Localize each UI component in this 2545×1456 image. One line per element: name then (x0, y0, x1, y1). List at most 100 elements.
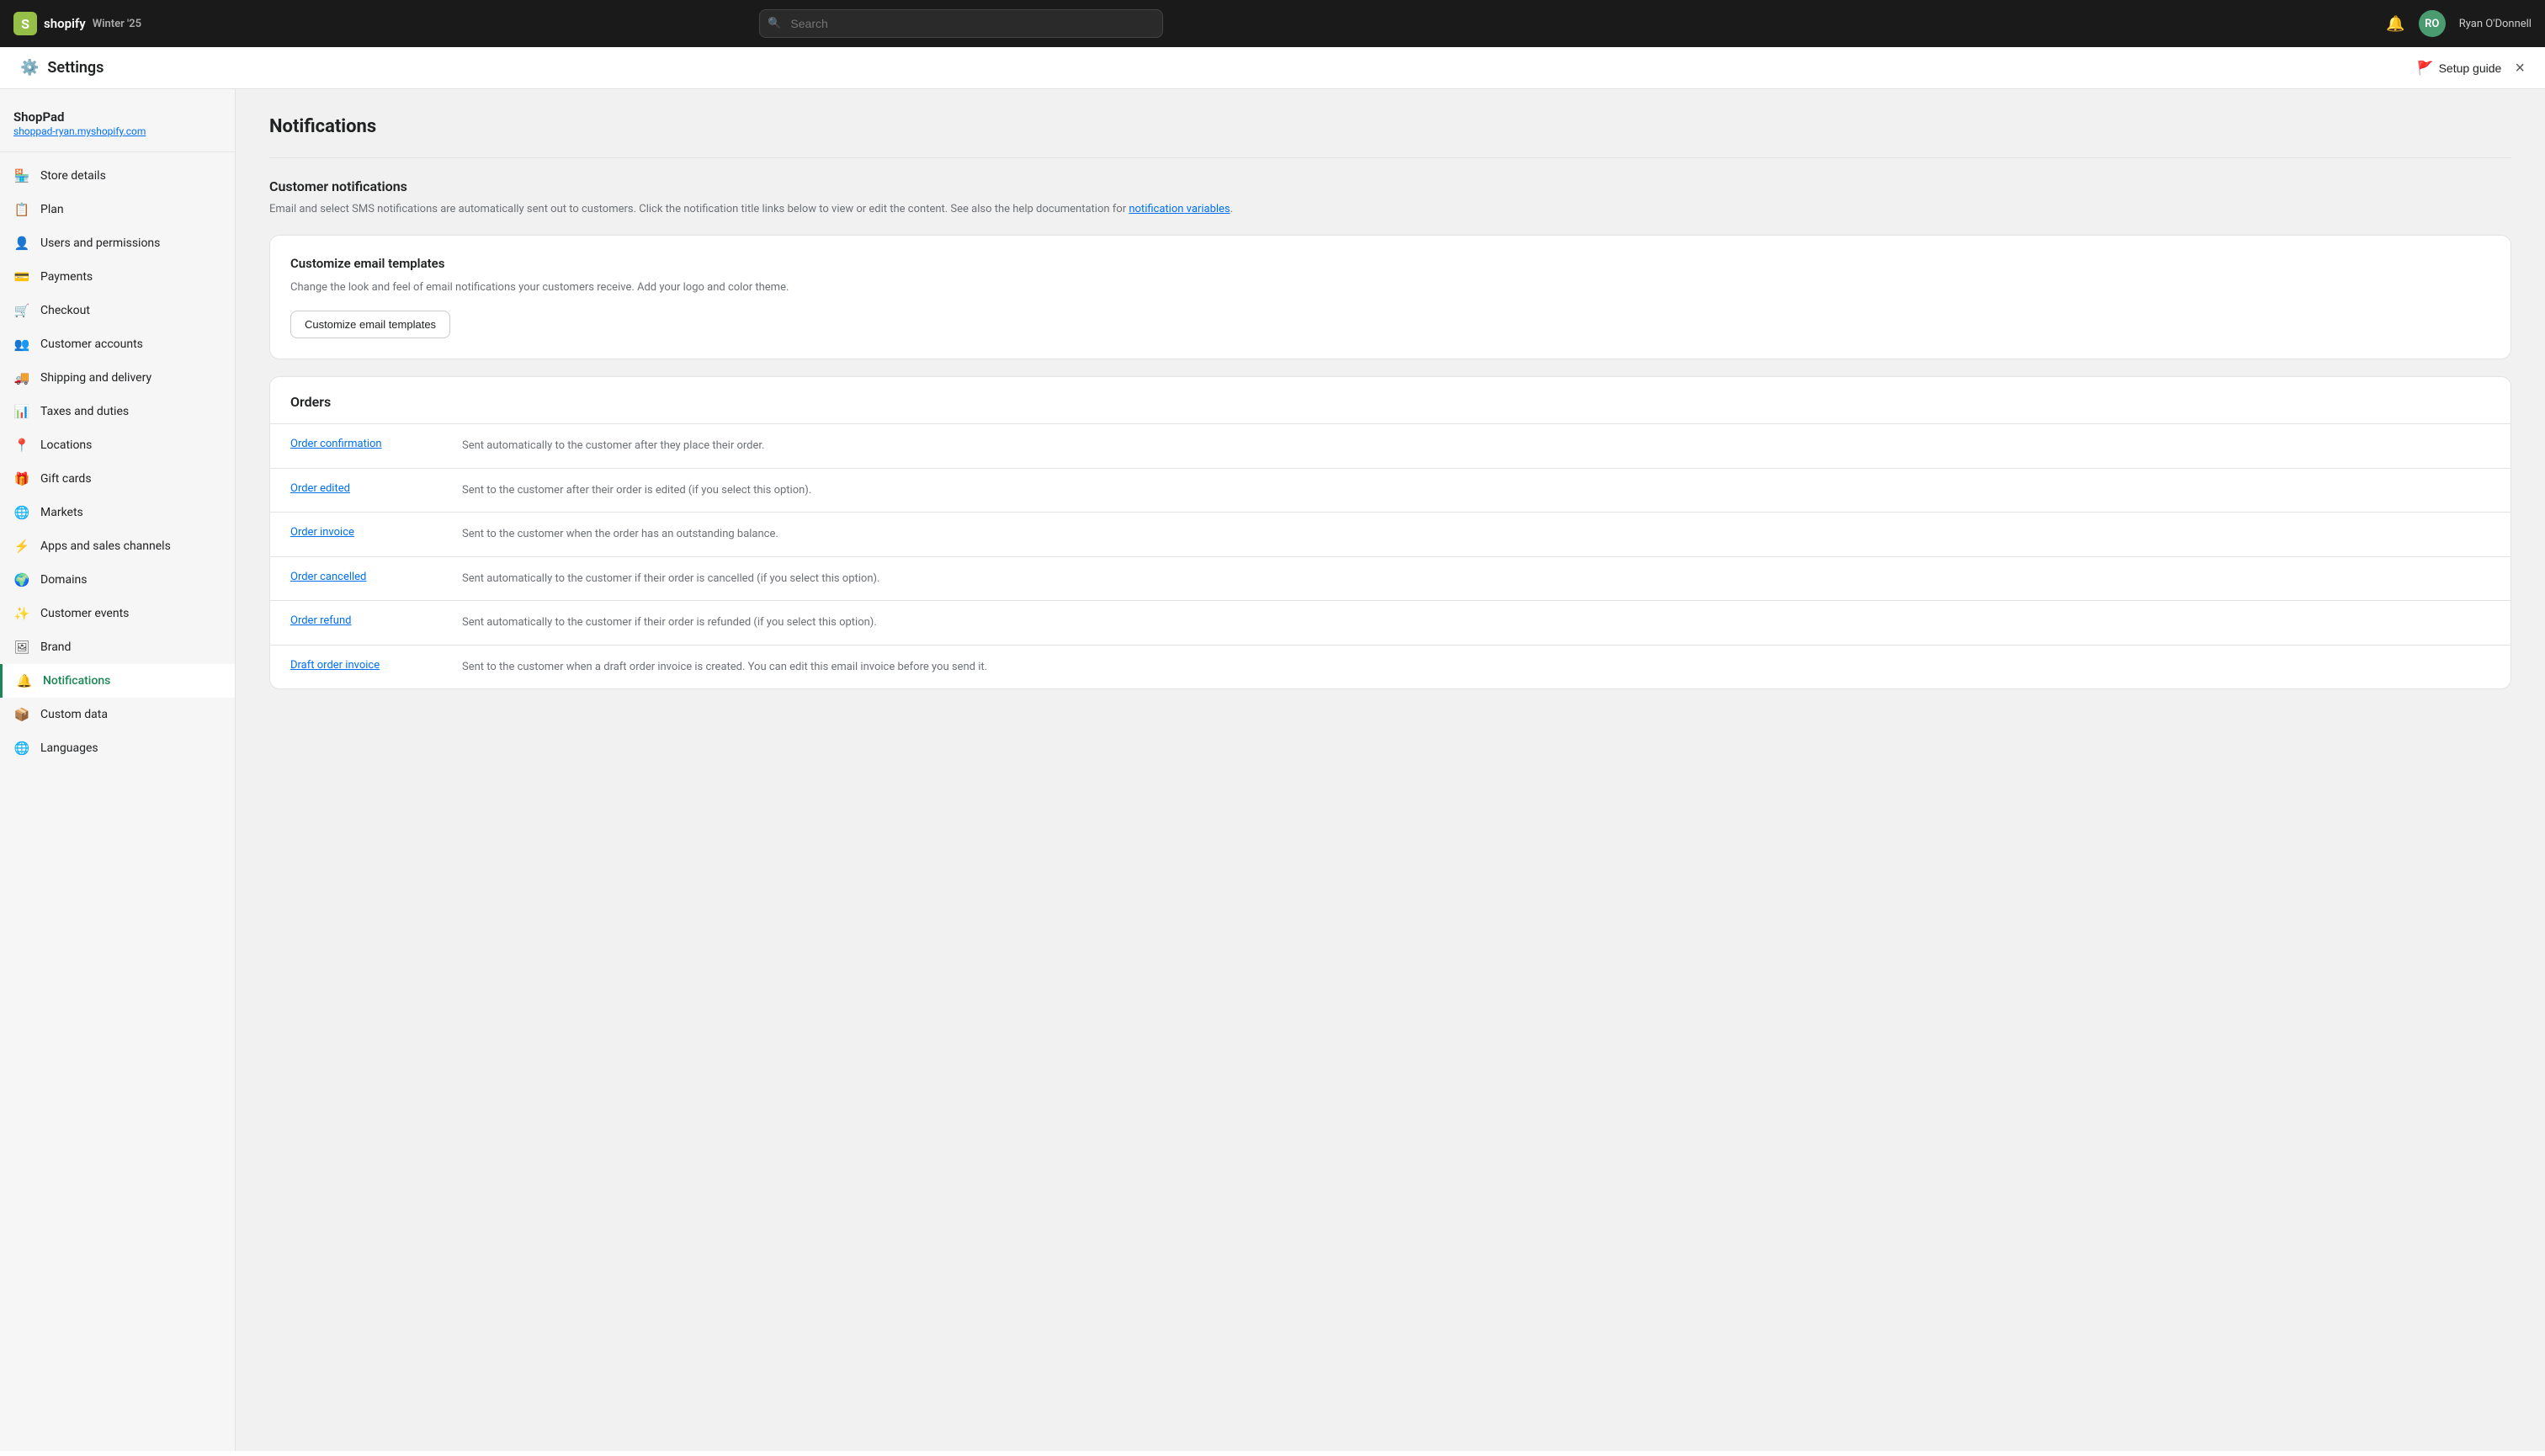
notification-row-order-edited: Order edited Sent to the customer after … (270, 468, 2510, 513)
customer-notifications-heading: Customer notifications (269, 178, 2511, 194)
languages-icon: 🌐 (13, 740, 30, 757)
sidebar-item-brand[interactable]: 🖼 Brand (0, 630, 235, 664)
sidebar-item-payments[interactable]: 💳 Payments (0, 260, 235, 294)
sidebar-shop-info: ShopPad shoppad-ryan.myshopify.com (0, 103, 235, 152)
sidebar-item-label: Languages (40, 741, 98, 755)
settings-title: Settings (47, 59, 104, 77)
order-refund-desc: Sent automatically to the customer if th… (462, 614, 877, 631)
sidebar-item-label: Store details (40, 169, 106, 183)
taxes-duties-icon: 📊 (13, 403, 30, 420)
topbar-store-name: Winter '25 (93, 18, 141, 30)
sidebar-item-label: Taxes and duties (40, 405, 129, 418)
search-input[interactable] (759, 9, 1163, 38)
notification-variables-link[interactable]: notification variables (1129, 203, 1230, 215)
settings-header-left: ⚙️ Settings (20, 59, 104, 77)
topbar-logo: S shopify Winter '25 (13, 12, 141, 35)
flag-icon: 🚩 (2417, 60, 2434, 77)
order-confirmation-link[interactable]: Order confirmation (290, 438, 442, 450)
sidebar-item-label: Shipping and delivery (40, 371, 151, 385)
sidebar-item-store-details[interactable]: 🏪 Store details (0, 159, 235, 193)
orders-header: Orders (270, 377, 2510, 423)
notifications-icon: 🔔 (16, 672, 33, 689)
order-invoice-link[interactable]: Order invoice (290, 526, 442, 539)
customize-card-desc: Change the look and feel of email notifi… (290, 279, 2490, 296)
users-permissions-icon: 👤 (13, 235, 30, 252)
apps-sales-channels-icon: ⚡ (13, 538, 30, 555)
username-label: Ryan O'Donnell (2459, 18, 2532, 30)
gift-cards-icon: 🎁 (13, 470, 30, 487)
settings-window: ⚙️ Settings 🚩 Setup guide × ShopPad shop… (0, 47, 2545, 1456)
notifications-bell-icon[interactable]: 🔔 (2386, 15, 2404, 33)
customer-notifications-desc: Email and select SMS notifications are a… (269, 201, 2511, 218)
draft-order-invoice-link[interactable]: Draft order invoice (290, 659, 442, 672)
sidebar-item-notifications[interactable]: 🔔 Notifications (0, 664, 235, 698)
order-edited-desc: Sent to the customer after their order i… (462, 482, 811, 499)
draft-order-invoice-desc: Sent to the customer when a draft order … (462, 659, 987, 676)
sidebar-item-label: Markets (40, 506, 83, 519)
store-details-icon: 🏪 (13, 167, 30, 184)
sidebar-item-checkout[interactable]: 🛒 Checkout (0, 294, 235, 327)
order-invoice-desc: Sent to the customer when the order has … (462, 526, 778, 543)
sidebar-item-label: Apps and sales channels (40, 539, 171, 553)
sidebar-item-domains[interactable]: 🌍 Domains (0, 563, 235, 597)
customer-events-icon: ✨ (13, 605, 30, 622)
customize-email-templates-button[interactable]: Customize email templates (290, 311, 450, 338)
checkout-icon: 🛒 (13, 302, 30, 319)
close-button[interactable]: × (2515, 60, 2525, 77)
sidebar-shop-name: ShopPad (13, 109, 221, 125)
notification-row-order-refund: Order refund Sent automatically to the c… (270, 600, 2510, 645)
page-title: Notifications (269, 116, 2511, 137)
sidebar-item-custom-data[interactable]: 📦 Custom data (0, 698, 235, 731)
order-edited-link[interactable]: Order edited (290, 482, 442, 495)
orders-card: Orders Order confirmation Sent automatic… (269, 376, 2511, 689)
settings-header-right: 🚩 Setup guide × (2417, 60, 2525, 77)
customize-email-card: Customize email templates Change the loo… (269, 235, 2511, 360)
sidebar-item-label: Domains (40, 573, 87, 587)
sidebar-item-locations[interactable]: 📍 Locations (0, 428, 235, 462)
shopify-logo-icon: S (13, 12, 37, 35)
notification-row-order-cancelled: Order cancelled Sent automatically to th… (270, 556, 2510, 601)
topbar-right: 🔔 RO Ryan O'Donnell (2386, 10, 2532, 37)
main-content: Notifications Customer notifications Ema… (236, 89, 2545, 1451)
sidebar-item-plan[interactable]: 📋 Plan (0, 193, 235, 226)
settings-header: ⚙️ Settings 🚩 Setup guide × (0, 47, 2545, 89)
sidebar-item-label: Notifications (43, 674, 110, 688)
customer-accounts-icon: 👥 (13, 336, 30, 353)
domains-icon: 🌍 (13, 571, 30, 588)
markets-icon: 🌐 (13, 504, 30, 521)
sidebar-item-label: Users and permissions (40, 236, 160, 250)
customize-card-title: Customize email templates (290, 256, 2490, 271)
plan-icon: 📋 (13, 201, 30, 218)
sidebar-item-label: Customer events (40, 607, 129, 620)
setup-guide-button[interactable]: 🚩 Setup guide (2417, 60, 2502, 77)
sidebar-item-languages[interactable]: 🌐 Languages (0, 731, 235, 765)
sidebar-item-label: Customer accounts (40, 337, 143, 351)
sidebar-item-label: Gift cards (40, 472, 92, 486)
sidebar-item-customer-accounts[interactable]: 👥 Customer accounts (0, 327, 235, 361)
order-cancelled-link[interactable]: Order cancelled (290, 571, 442, 583)
sidebar-item-customer-events[interactable]: ✨ Customer events (0, 597, 235, 630)
sidebar-item-users-permissions[interactable]: 👤 Users and permissions (0, 226, 235, 260)
topbar: S shopify Winter '25 🔔 RO Ryan O'Donnell (0, 0, 2545, 47)
sidebar-item-markets[interactable]: 🌐 Markets (0, 496, 235, 529)
order-confirmation-desc: Sent automatically to the customer after… (462, 438, 764, 454)
notification-row-draft-order-invoice: Draft order invoice Sent to the customer… (270, 645, 2510, 689)
order-cancelled-desc: Sent automatically to the customer if th… (462, 571, 879, 587)
sidebar-item-taxes-duties[interactable]: 📊 Taxes and duties (0, 395, 235, 428)
sidebar: ShopPad shoppad-ryan.myshopify.com 🏪 Sto… (0, 89, 236, 1451)
order-refund-link[interactable]: Order refund (290, 614, 442, 627)
brand-icon: 🖼 (13, 639, 30, 656)
avatar[interactable]: RO (2419, 10, 2446, 37)
orders-title: Orders (290, 394, 2490, 410)
sidebar-shop-url[interactable]: shoppad-ryan.myshopify.com (13, 125, 146, 137)
shipping-delivery-icon: 🚚 (13, 369, 30, 386)
sidebar-item-shipping-delivery[interactable]: 🚚 Shipping and delivery (0, 361, 235, 395)
topbar-search-container (759, 9, 1163, 38)
setup-guide-label: Setup guide (2439, 61, 2502, 75)
sidebar-item-apps-sales-channels[interactable]: ⚡ Apps and sales channels (0, 529, 235, 563)
sidebar-item-label: Payments (40, 270, 93, 284)
custom-data-icon: 📦 (13, 706, 30, 723)
sidebar-item-gift-cards[interactable]: 🎁 Gift cards (0, 462, 235, 496)
settings-body: ShopPad shoppad-ryan.myshopify.com 🏪 Sto… (0, 89, 2545, 1451)
sidebar-item-label: Custom data (40, 708, 108, 721)
